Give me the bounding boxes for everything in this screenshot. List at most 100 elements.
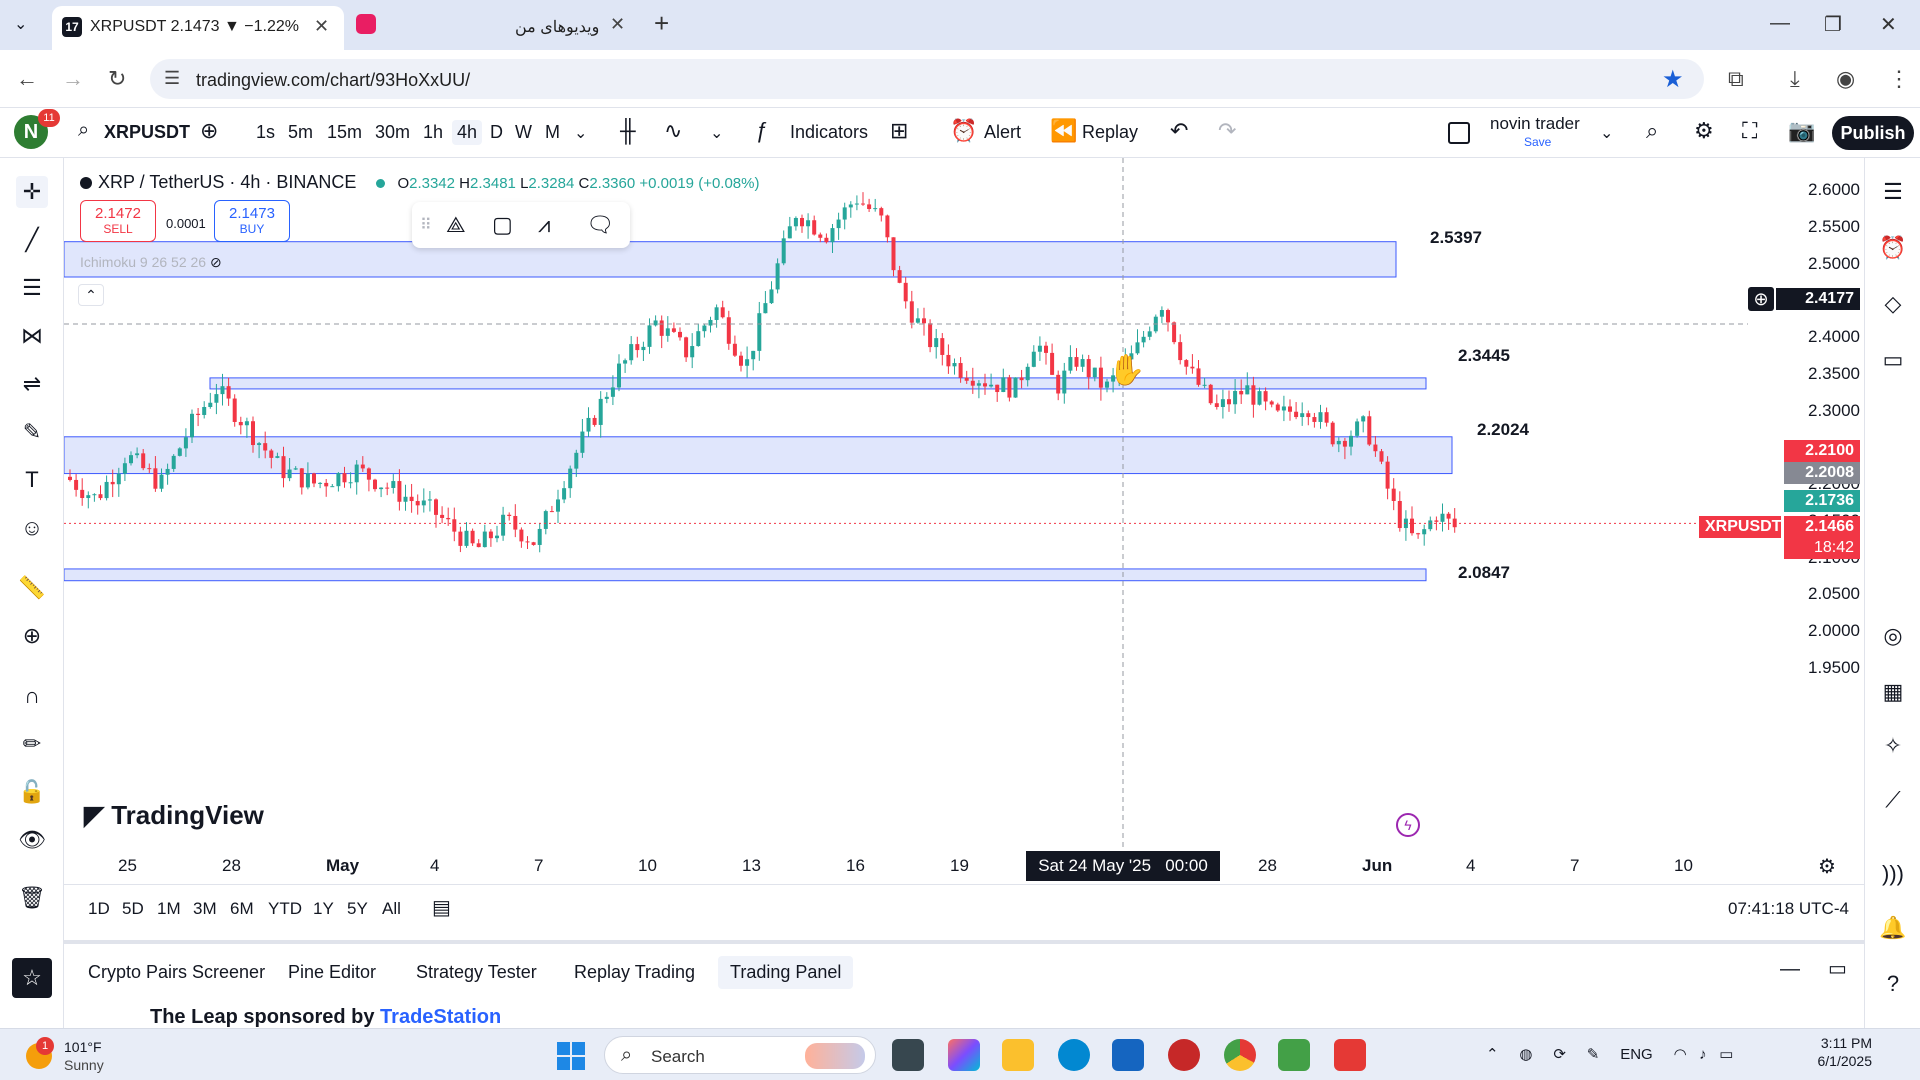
edge-icon[interactable]: [1058, 1039, 1090, 1071]
interval-w[interactable]: W: [515, 122, 532, 143]
fullscreen-icon[interactable]: ⛶: [1742, 118, 1757, 144]
close-icon[interactable]: ✕: [610, 14, 625, 35]
compare-symbol-icon[interactable]: ⊕: [200, 118, 218, 144]
range-1d[interactable]: 1D: [88, 899, 110, 919]
indicators-button[interactable]: Indicators: [790, 122, 868, 143]
forward-icon[interactable]: →: [62, 66, 84, 92]
extensions-icon[interactable]: ⧉: [1728, 66, 1744, 92]
rectangle-icon[interactable]: ▢: [492, 212, 513, 238]
battery-icon[interactable]: ▭: [1719, 1046, 1733, 1063]
callout-icon[interactable]: 🗨: [586, 212, 614, 238]
lock-icon[interactable]: 🔓: [16, 776, 48, 808]
range-all[interactable]: All: [382, 899, 401, 919]
sponsor-banner[interactable]: The Leap sponsored by TradeStation: [150, 1006, 501, 1029]
lightning-icon[interactable]: ϟ: [1396, 813, 1420, 837]
interval-4h[interactable]: 4h: [452, 120, 483, 145]
interval-5m[interactable]: 5m: [288, 122, 313, 143]
range-1y[interactable]: 1Y: [313, 899, 334, 919]
minimize-panel-icon[interactable]: —: [1780, 958, 1800, 981]
tab-search-icon[interactable]: ⌄: [14, 14, 27, 34]
download-icon[interactable]: ⤓: [1790, 66, 1800, 92]
trendline-icon[interactable]: ╱: [16, 224, 48, 256]
symbol-search[interactable]: XRPUSDT: [104, 122, 190, 143]
support-resistance-zone[interactable]: [209, 377, 1427, 390]
copilot-icon[interactable]: [948, 1039, 980, 1071]
layers-icon[interactable]: ◇: [1877, 288, 1909, 320]
drag-handle-icon[interactable]: ⠿: [420, 215, 432, 235]
redo-icon[interactable]: ↷: [1218, 118, 1236, 144]
collapse-legend-button[interactable]: ⌃: [78, 284, 104, 306]
pine-icon[interactable]: ⟋: [1877, 784, 1909, 816]
tab-strategy-tester[interactable]: Strategy Tester: [404, 956, 549, 989]
templates-icon[interactable]: ⊞: [890, 118, 908, 144]
store-icon[interactable]: [1112, 1039, 1144, 1071]
interval-30m[interactable]: 30m: [375, 122, 410, 143]
replay-button[interactable]: Replay: [1082, 122, 1138, 143]
layout-name[interactable]: novin trader: [1490, 114, 1580, 134]
zoom-icon[interactable]: ⊕: [16, 620, 48, 652]
indicators-icon[interactable]: ƒ: [756, 118, 768, 144]
interval-d[interactable]: D: [490, 122, 503, 143]
system-time[interactable]: 3:11 PM: [1806, 1035, 1872, 1051]
profile-icon[interactable]: ◉: [1836, 66, 1855, 92]
maximize-panel-icon[interactable]: ▭: [1828, 956, 1847, 981]
tab-crypto-screener[interactable]: Crypto Pairs Screener: [76, 956, 277, 989]
app-p-icon[interactable]: [1168, 1039, 1200, 1071]
interval-1s[interactable]: 1s: [256, 122, 275, 143]
support-resistance-zone[interactable]: [64, 568, 1427, 582]
camera-icon[interactable]: 📷: [1788, 118, 1815, 144]
favorites-star-icon[interactable]: ☆: [12, 958, 52, 998]
task-view-icon[interactable]: [892, 1039, 924, 1071]
sell-button[interactable]: 2.1472 SELL: [80, 200, 156, 242]
support-resistance-zone[interactable]: [64, 241, 1397, 278]
range-1m[interactable]: 1M: [157, 899, 181, 919]
sync-icon[interactable]: ⟳: [1553, 1046, 1566, 1063]
alert-icon[interactable]: ⏰: [950, 118, 977, 144]
alert-button[interactable]: Alert: [984, 122, 1021, 143]
quick-search-icon[interactable]: ⌕: [1646, 118, 1658, 144]
tab-trading-panel[interactable]: Trading Panel: [718, 956, 854, 989]
chart-clock[interactable]: 07:41:18 UTC-4: [1728, 899, 1849, 919]
windows-start-icon[interactable]: [556, 1041, 586, 1071]
price-chart[interactable]: ✋: [64, 158, 1864, 848]
interval-1h[interactable]: 1h: [423, 122, 443, 143]
new-tab-button[interactable]: +: [654, 8, 669, 39]
crosshair-icon[interactable]: ✛: [16, 176, 48, 208]
browser-tab-active[interactable]: 17 XRPUSDT 2.1473 ▼ −1.22% no ✕: [52, 6, 344, 50]
range-5d[interactable]: 5D: [122, 899, 144, 919]
undo-icon[interactable]: ↶: [1170, 118, 1188, 144]
minimize-icon[interactable]: —: [1770, 12, 1790, 35]
interval-15m[interactable]: 15m: [327, 122, 362, 143]
file-explorer-icon[interactable]: [1002, 1039, 1034, 1071]
streams-icon[interactable]: ))): [1877, 858, 1909, 890]
emoji-icon[interactable]: ☺: [16, 512, 48, 544]
range-ytd[interactable]: YTD: [268, 899, 302, 919]
system-tray[interactable]: ⌃ ◍ ⟳ ✎ ENG ◠ ♪ ▭: [1486, 1045, 1733, 1063]
calendar-icon[interactable]: ▦: [1877, 676, 1909, 708]
text-icon[interactable]: T: [16, 464, 48, 496]
symbol-title[interactable]: XRP / TetherUS · 4h · BINANCE: [98, 172, 356, 192]
publish-button[interactable]: Publish: [1832, 116, 1914, 150]
restore-icon[interactable]: ❐: [1824, 12, 1842, 37]
camtasia-icon[interactable]: [1278, 1039, 1310, 1071]
chat-icon[interactable]: ▭: [1877, 344, 1909, 376]
goto-date-icon[interactable]: ▤: [432, 895, 451, 920]
chrome-icon[interactable]: [1224, 1039, 1256, 1071]
chart-pane[interactable]: ✋ XRP / TetherUS · 4h · BINANCE O2.3342 H…: [64, 158, 1864, 898]
layout-save-label[interactable]: Save: [1524, 135, 1551, 149]
xabcd-icon[interactable]: ⩘: [538, 212, 550, 238]
pencil-lock-icon[interactable]: ✏: [16, 728, 48, 760]
volume-icon[interactable]: ♪: [1699, 1046, 1707, 1063]
chevron-up-icon[interactable]: ⌃: [1486, 1046, 1499, 1063]
auto-scale-icon[interactable]: ⚙: [1818, 854, 1836, 879]
url-text[interactable]: tradingview.com/chart/93HoXxUU/: [196, 70, 470, 91]
interval-m[interactable]: M: [545, 122, 560, 143]
tab-replay-trading[interactable]: Replay Trading: [562, 956, 707, 989]
tab-pine-editor[interactable]: Pine Editor: [276, 956, 388, 989]
ideas-icon[interactable]: ✧: [1877, 730, 1909, 762]
path-icon[interactable]: ⟁: [446, 212, 466, 238]
site-info-icon[interactable]: ☰: [164, 68, 180, 89]
range-5y[interactable]: 5Y: [347, 899, 368, 919]
brush-icon[interactable]: ✎: [16, 416, 48, 448]
tray-app-icon[interactable]: ◍: [1519, 1046, 1532, 1063]
